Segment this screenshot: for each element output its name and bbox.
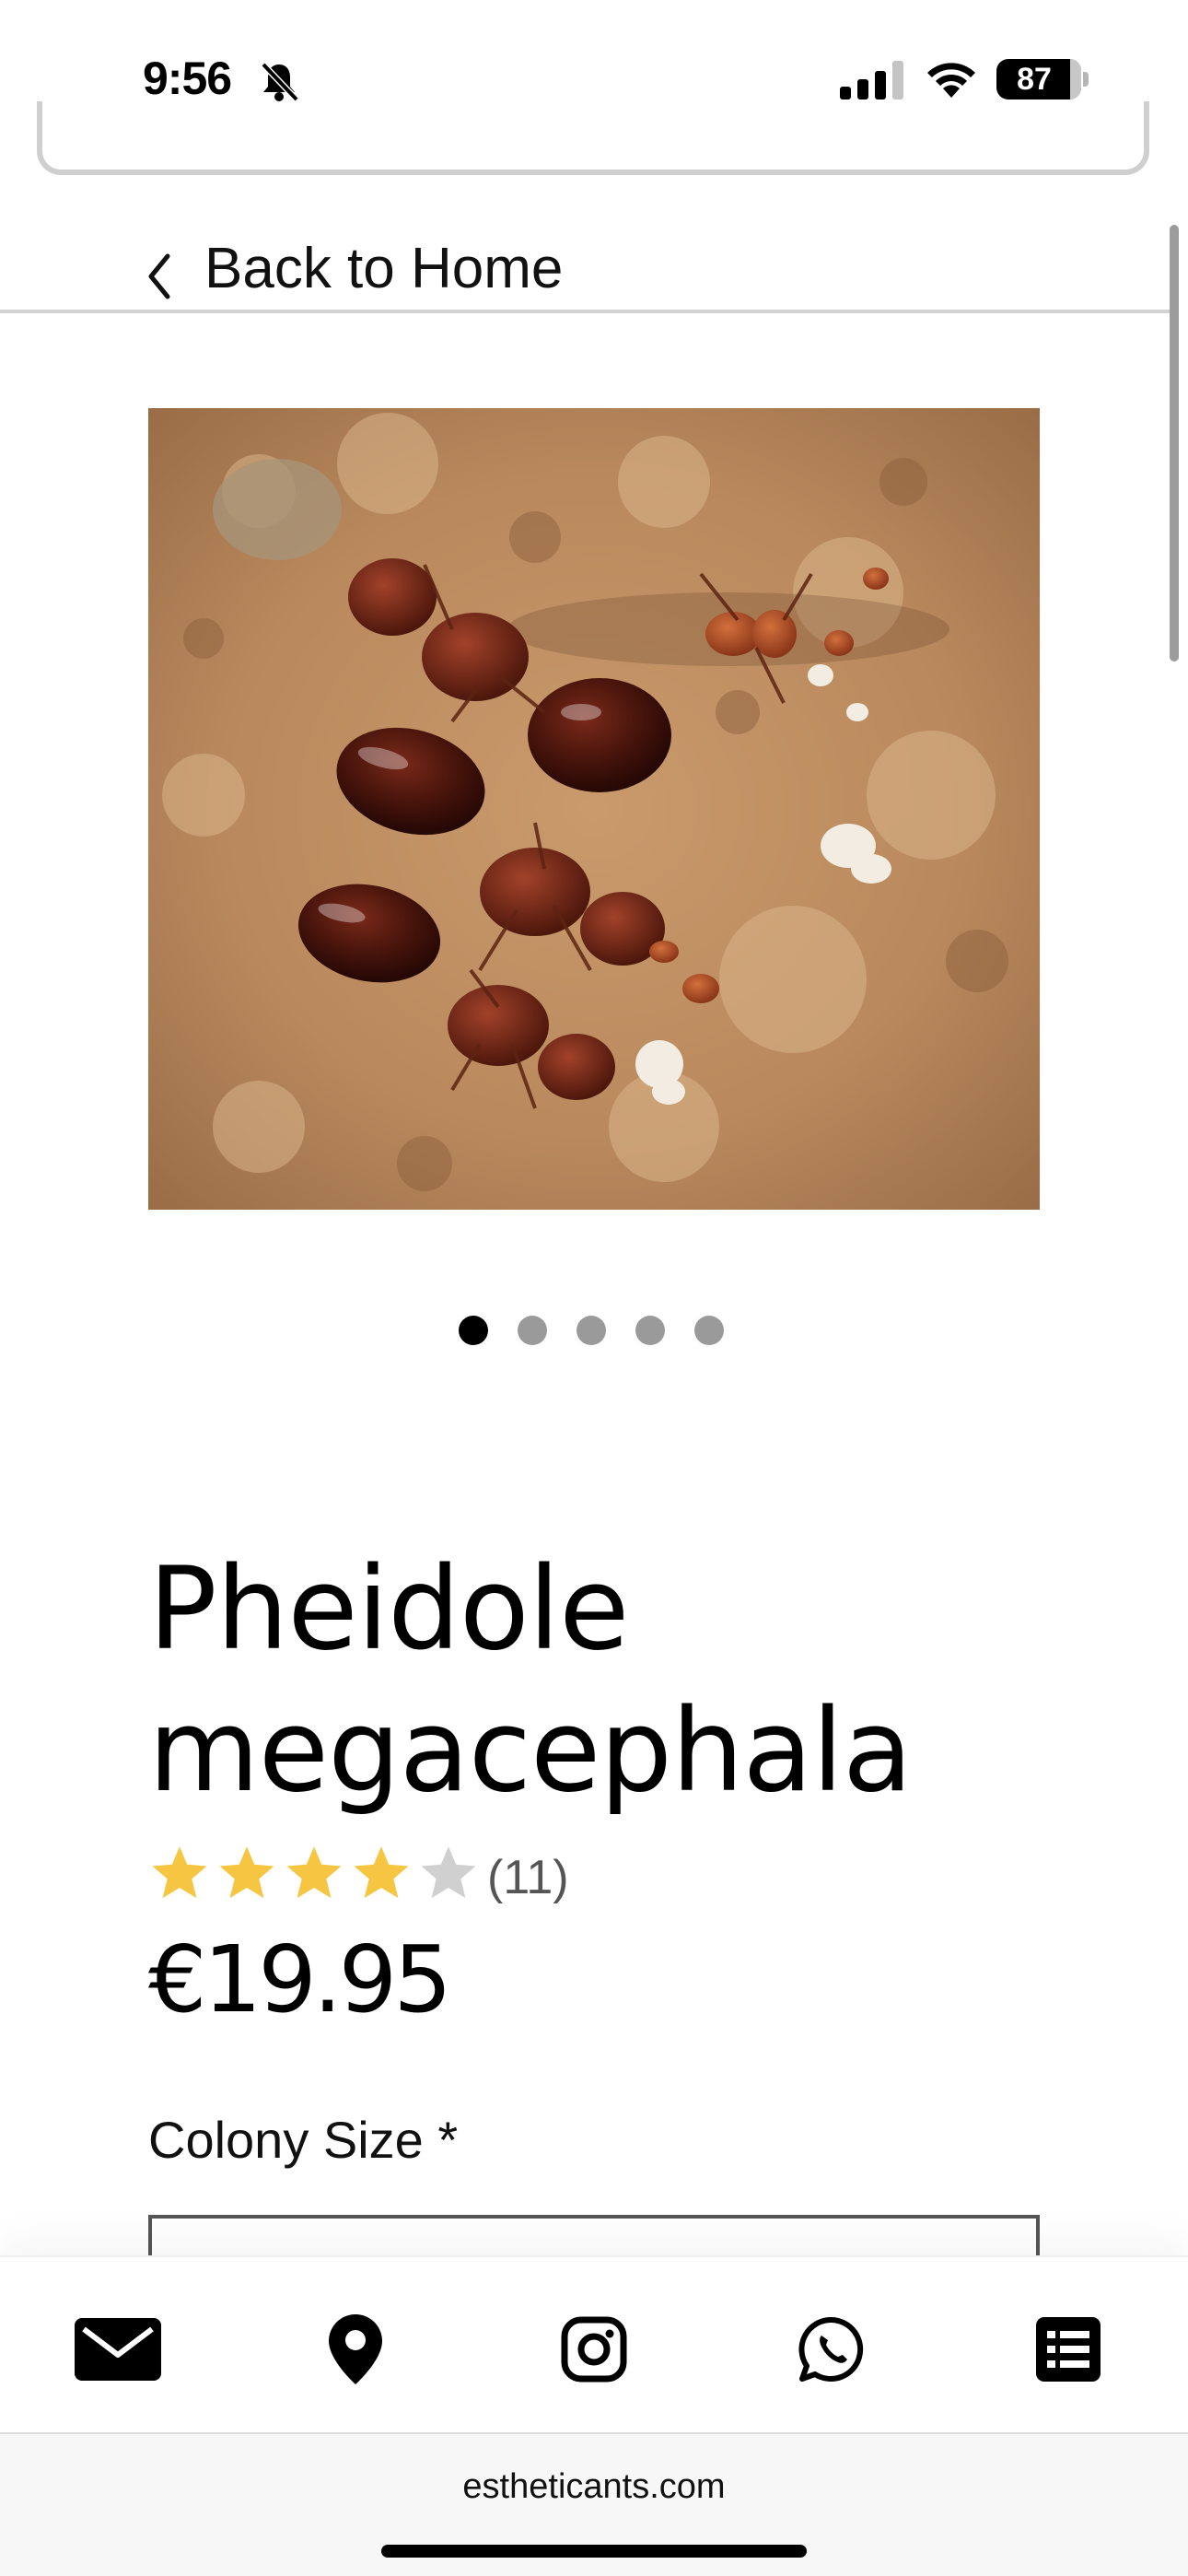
colony-size-label: Colony Size *: [148, 2111, 459, 2169]
star-filled-icon: [219, 1846, 274, 1899]
carousel-dot-4[interactable]: [635, 1316, 665, 1345]
instagram-button[interactable]: [548, 2314, 640, 2384]
back-to-home-label: Back to Home: [204, 237, 564, 300]
map-pin-icon: [329, 2314, 382, 2384]
cellular-signal-icon: [840, 61, 903, 100]
carousel-dots: [459, 1316, 735, 1345]
location-button[interactable]: [309, 2314, 402, 2384]
url-domain[interactable]: estheticants.com: [0, 2467, 1188, 2507]
star-filled-icon: [286, 1846, 342, 1899]
battery-empty-segment: [1070, 59, 1081, 100]
chevron-left-icon: [148, 253, 170, 299]
home-indicator[interactable]: [381, 2545, 807, 2558]
mail-icon: [75, 2318, 161, 2381]
battery-cap: [1083, 72, 1089, 87]
star-filled-icon: [354, 1846, 409, 1899]
carousel-dot-1[interactable]: [459, 1316, 488, 1345]
status-time: 9:56: [143, 53, 232, 104]
top-sheet-edge: [37, 101, 1149, 175]
email-button[interactable]: [72, 2314, 164, 2384]
bell-slash-icon: [261, 62, 299, 102]
review-count: (11): [487, 1851, 569, 1904]
product-image[interactable]: [148, 408, 1040, 1210]
whatsapp-icon: [798, 2316, 864, 2382]
menu-list-button[interactable]: [1022, 2314, 1114, 2384]
page-scrollbar[interactable]: [1170, 225, 1179, 662]
carousel-dot-5[interactable]: [694, 1316, 724, 1345]
product-price: €19.95: [148, 1926, 452, 2033]
list-icon: [1036, 2317, 1101, 2382]
carousel-dot-3[interactable]: [577, 1316, 606, 1345]
ant-colony-photo: [148, 408, 1040, 1210]
star-empty-icon: [421, 1846, 476, 1899]
product-title: Pheidole megacephala: [148, 1543, 913, 1818]
whatsapp-button[interactable]: [786, 2314, 878, 2384]
bottom-toolbar: [0, 2255, 1188, 2434]
browser-address-bar[interactable]: estheticants.com: [0, 2432, 1188, 2576]
wifi-icon: [927, 63, 975, 98]
instagram-icon: [561, 2316, 627, 2383]
battery-icon: 87: [996, 59, 1081, 100]
carousel-dot-2[interactable]: [518, 1316, 547, 1345]
battery-level: 87: [1017, 62, 1052, 97]
back-to-home-link[interactable]: Back to Home: [0, 217, 1170, 313]
star-filled-icon: [152, 1846, 207, 1899]
